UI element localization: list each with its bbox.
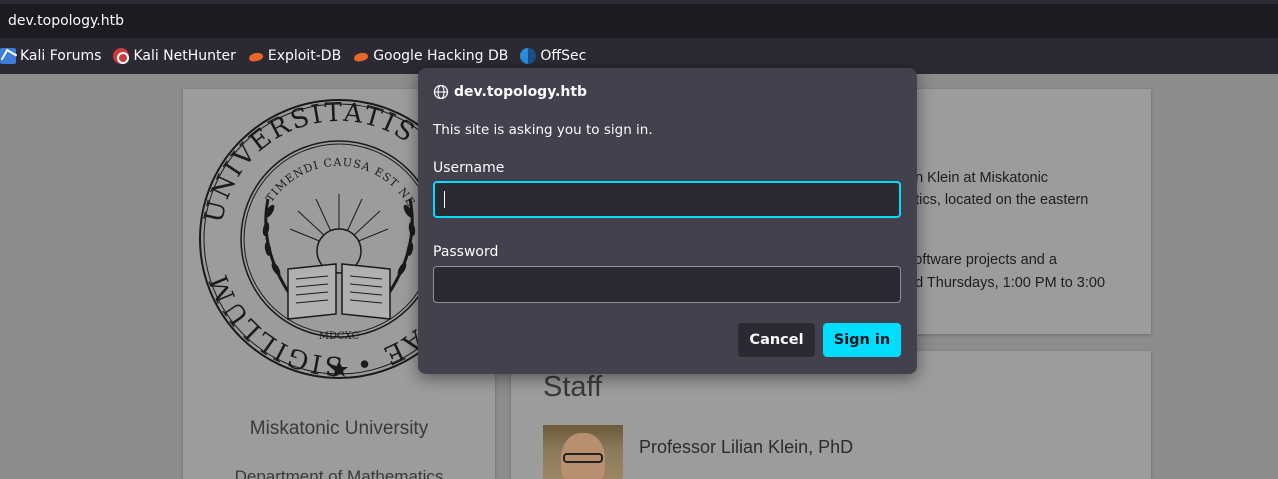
about-text-line: atics, located on the eastern <box>907 192 1089 208</box>
bookmark-label: Kali NetHunter <box>133 48 236 64</box>
bookmark-kali-forums[interactable]: Kali Forums <box>0 44 101 68</box>
about-text-line: an Klein at Miskatonic <box>907 170 1049 186</box>
dialog-message: This site is asking you to sign in. <box>433 122 653 138</box>
seal-year: MDCXC <box>319 331 360 342</box>
dialog-host-text: dev.topology.htb <box>454 84 588 100</box>
cancel-button[interactable]: Cancel <box>738 323 815 357</box>
bookmark-offsec[interactable]: OffSec <box>520 44 586 68</box>
bookmark-label: OffSec <box>540 48 587 64</box>
bookmark-google-hacking-db[interactable]: Google Hacking DB <box>353 44 508 68</box>
nethunter-icon <box>113 48 130 64</box>
kali-icon <box>0 48 16 64</box>
staff-name: Professor Lilian Klein, PhD <box>639 437 854 457</box>
bookmark-label: Exploit-DB <box>267 48 342 64</box>
url-bar[interactable]: dev.topology.htb <box>0 0 1278 38</box>
exploit-db-icon <box>248 48 264 64</box>
dialog-host: dev.topology.htb <box>433 84 587 100</box>
bookmark-label: Google Hacking DB <box>373 48 509 64</box>
university-name: Miskatonic University <box>249 418 429 439</box>
bookmark-label: Kali Forums <box>20 48 102 64</box>
department-name: Department of Mathematics <box>234 467 444 479</box>
staff-photo <box>543 425 623 479</box>
auth-dialog: dev.topology.htb This site is asking you… <box>418 68 917 374</box>
sign-in-button[interactable]: Sign in <box>823 323 901 357</box>
bookmark-exploit-db[interactable]: Exploit-DB <box>248 44 341 68</box>
about-text-line: nd Thursdays, 1:00 PM to 3:00 <box>907 275 1106 291</box>
staff-heading: Staff <box>543 371 603 403</box>
bookmark-kali-nethunter[interactable]: Kali NetHunter <box>113 44 236 68</box>
url-text[interactable]: dev.topology.htb <box>8 13 124 29</box>
offsec-icon <box>520 48 537 64</box>
about-text-line: software projects and a <box>907 252 1057 268</box>
username-input[interactable] <box>433 181 901 218</box>
ghdb-icon <box>353 48 369 64</box>
globe-icon <box>433 84 449 100</box>
password-input[interactable] <box>433 266 901 303</box>
text-caret <box>444 191 445 208</box>
password-label: Password <box>433 244 499 260</box>
username-label: Username <box>433 160 505 176</box>
